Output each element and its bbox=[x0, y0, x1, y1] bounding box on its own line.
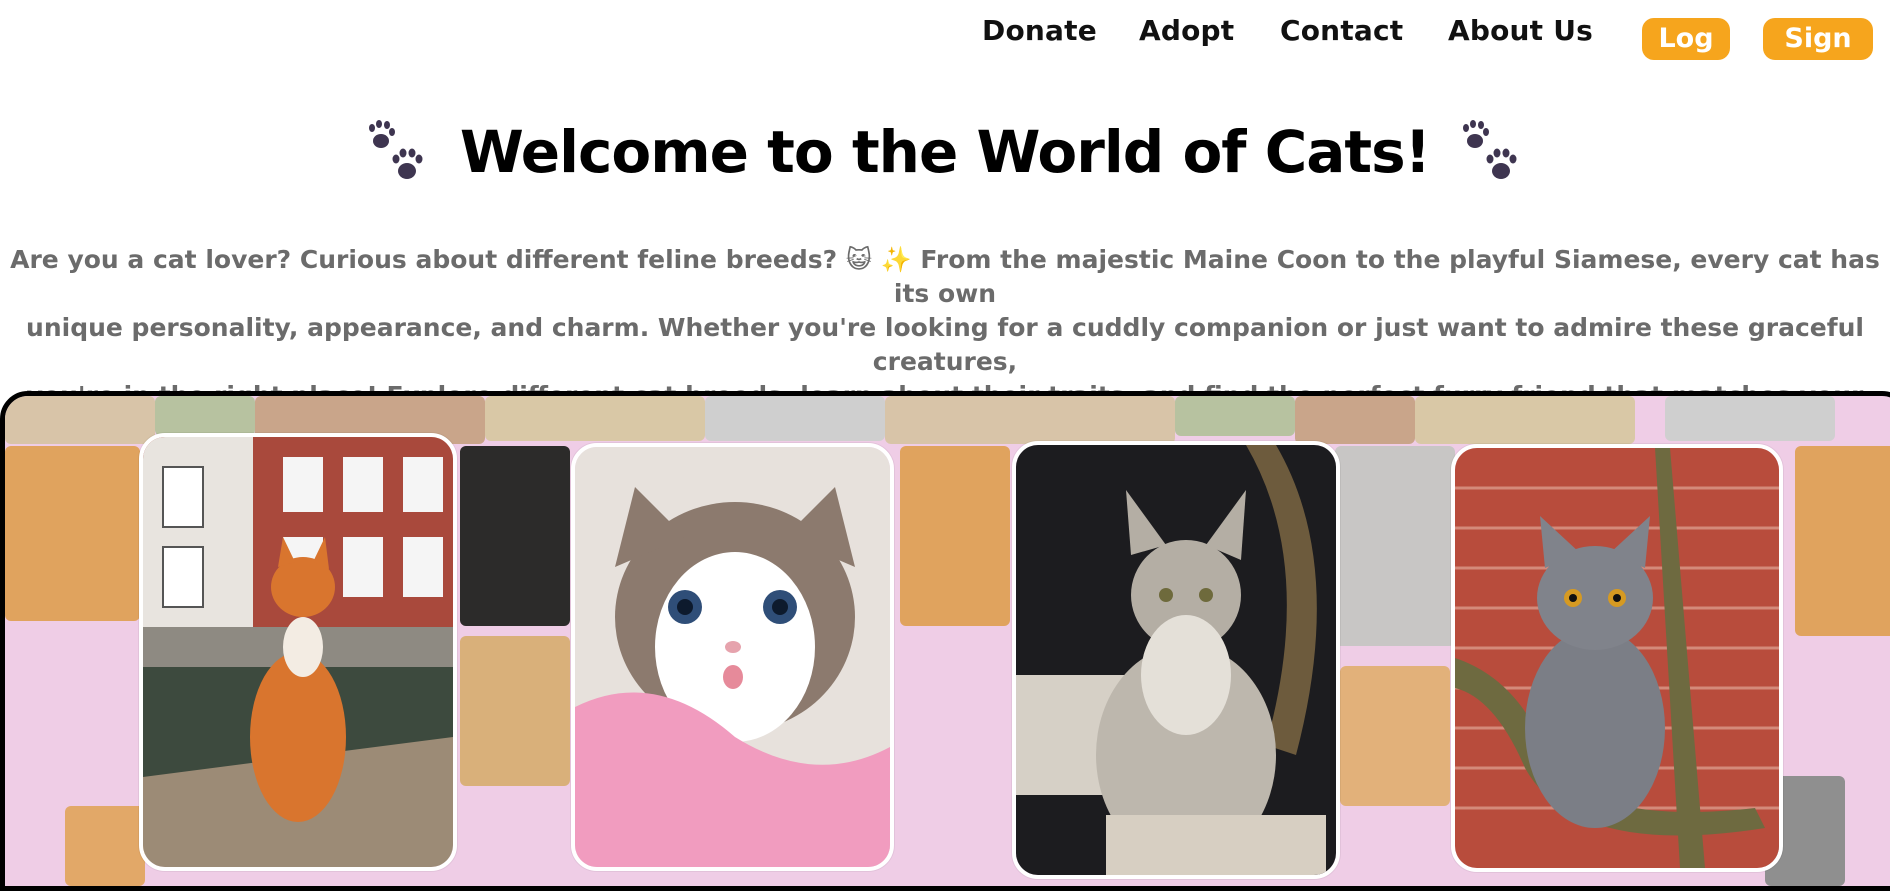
british-shorthair-photo[interactable] bbox=[1451, 444, 1783, 872]
paw-prints-icon bbox=[1457, 119, 1527, 185]
background-collage-tile bbox=[1340, 666, 1450, 806]
background-collage-tile bbox=[1665, 396, 1835, 441]
background-collage-tile bbox=[1295, 396, 1415, 444]
intro-line: Are you a cat lover? Curious about diffe… bbox=[10, 245, 1880, 308]
nav-link-contact[interactable]: Contact bbox=[1280, 14, 1403, 47]
background-collage-tile bbox=[65, 806, 145, 886]
background-collage-tile bbox=[1415, 396, 1635, 444]
background-collage-tile bbox=[900, 446, 1010, 626]
ragdoll-kitten-photo[interactable] bbox=[571, 443, 894, 871]
paw-prints-icon bbox=[363, 119, 433, 185]
top-navigation: Donate Adopt Contact About Us Log in Sig… bbox=[0, 0, 1890, 96]
background-collage-tile bbox=[155, 396, 255, 436]
intro-line: unique personality, appearance, and char… bbox=[26, 313, 1864, 376]
hero-title-row: Welcome to the World of Cats! bbox=[0, 118, 1890, 208]
page-title: Welcome to the World of Cats! bbox=[459, 118, 1431, 186]
background-collage-tile bbox=[5, 396, 155, 444]
sign-up-button[interactable]: Sign Up bbox=[1763, 18, 1873, 96]
maine-coon-photo[interactable] bbox=[1012, 441, 1340, 879]
ginger-cat-photo[interactable] bbox=[139, 433, 457, 871]
cat-gallery bbox=[0, 391, 1890, 891]
nav-link-adopt[interactable]: Adopt bbox=[1139, 14, 1234, 47]
background-collage-tile bbox=[1175, 396, 1295, 436]
background-collage-tile bbox=[885, 396, 1175, 444]
background-collage-tile bbox=[485, 396, 705, 441]
background-collage-tile bbox=[705, 396, 885, 441]
log-in-button[interactable]: Log in bbox=[1642, 18, 1730, 96]
background-collage-tile bbox=[1335, 446, 1455, 646]
nav-link-about-us[interactable]: About Us bbox=[1448, 14, 1593, 47]
nav-link-donate[interactable]: Donate bbox=[982, 14, 1097, 47]
background-collage-tile bbox=[5, 446, 140, 621]
background-collage-tile bbox=[460, 446, 570, 626]
background-collage-tile bbox=[1795, 446, 1890, 636]
background-collage-tile bbox=[460, 636, 570, 786]
